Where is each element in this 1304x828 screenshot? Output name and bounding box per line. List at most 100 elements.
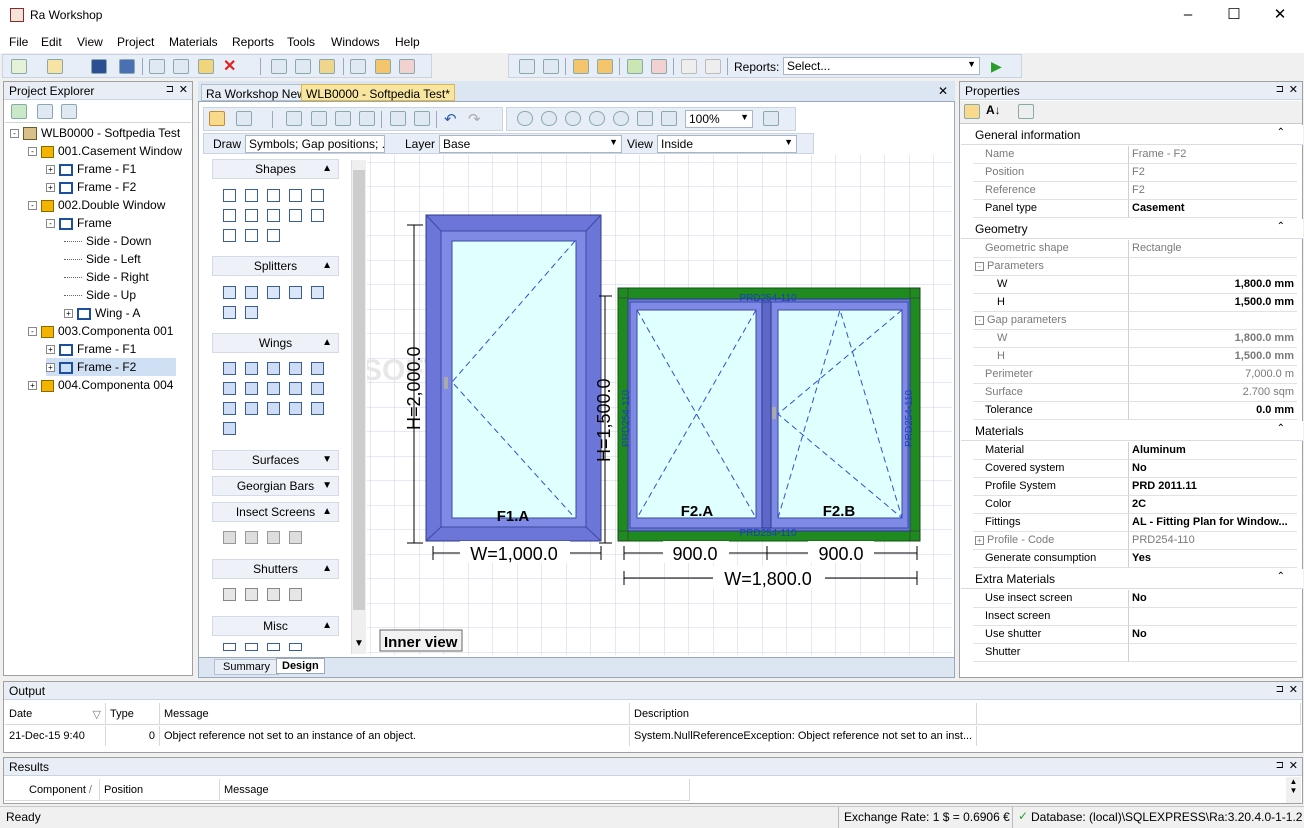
splitter-tool-icon[interactable] [245,286,258,299]
property-value[interactable] [1129,258,1297,276]
property-value[interactable]: 2C [1129,496,1297,514]
insect-screen-tool-icon[interactable] [289,531,302,544]
shape-tool-icon[interactable] [223,189,236,202]
output-date[interactable]: 21-Dec-15 9:40 [5,726,106,746]
misc-tool-icon[interactable] [245,643,258,651]
undo-icon[interactable]: ↶ [444,110,457,128]
expand-icon[interactable]: ▼ [322,477,332,495]
splitter-tool-icon[interactable] [245,306,258,319]
palette-section-splitters[interactable]: Splitters ▲ [212,256,339,276]
wing-tool-icon[interactable] [223,382,236,395]
tree-item[interactable]: + Frame - F2 [46,358,177,376]
misc-tool-icon[interactable] [289,643,302,651]
misc-tool-icon[interactable] [223,643,236,651]
minimize-button[interactable]: – [1165,0,1211,31]
expand-icon[interactable]: + [46,345,55,355]
property-value[interactable]: 1,500.0 mm [1129,294,1297,312]
property-value[interactable]: No [1129,626,1297,644]
tree-item[interactable]: - 002.Double Window [28,196,165,214]
collapse-icon[interactable]: ▲ [322,257,332,275]
copy-icon[interactable] [173,59,189,74]
collapse-icon[interactable]: - [28,147,37,157]
save-icon[interactable] [91,59,107,74]
close-icon[interactable]: ✕ [1289,83,1298,96]
tree-item[interactable]: + Frame - F1 [46,160,136,178]
property-row[interactable]: Profile System PRD 2011.11 [961,478,1303,496]
property-value[interactable] [1129,312,1297,330]
palette-scrollbar[interactable]: ▼ [351,160,366,654]
wing-tool-icon[interactable] [223,362,236,375]
shape-tool-icon[interactable] [245,229,258,242]
split-h-icon[interactable] [286,111,302,126]
gear-icon[interactable] [543,59,559,74]
property-row[interactable]: Use insect screen No [961,590,1303,608]
close-button[interactable]: ✕ [1257,0,1303,31]
tree-item[interactable]: + Frame - F1 [46,340,136,358]
collapse-icon[interactable]: ▲ [322,334,332,352]
palette-section-insect-screens[interactable]: Insect Screens ▲ [212,502,339,522]
shape-tool-icon[interactable] [245,209,258,222]
design-canvas[interactable]: SOFTPEDIA F1.A F2.A F2.B PRD254-110 PRD2… [367,155,952,655]
pin-icon[interactable]: ⊐ [1276,760,1284,771]
palette-section-misc[interactable]: Misc ▲ [212,616,339,636]
maximize-button[interactable]: ☐ [1211,0,1257,31]
output-message[interactable]: Object reference not set to an instance … [160,726,630,746]
property-row[interactable]: Tolerance 0.0 mm [961,402,1303,420]
misc-tool-icon[interactable] [267,643,280,651]
pin-icon[interactable]: ⊐ [1276,684,1284,695]
property-row[interactable]: Panel type Casement [961,200,1303,218]
tab-wlb0000[interactable]: WLB0000 - Softpedia Test* [301,84,455,101]
collapse-icon[interactable]: ⌃ [1277,423,1285,434]
minus-icon[interactable] [763,111,779,126]
settings-icon[interactable] [519,59,535,74]
collapse-icon[interactable]: ▲ [322,617,332,635]
collapse-icon[interactable]: ⌃ [1277,571,1285,582]
cut-icon[interactable] [149,59,165,74]
shutter-tool-icon[interactable] [289,588,302,601]
plus-icon[interactable] [661,111,677,126]
frame-grid-icon[interactable] [359,111,375,126]
collapse-icon[interactable]: ⌃ [1277,221,1285,232]
wing-tool-icon[interactable] [245,362,258,375]
property-category[interactable]: Materials ⌃ [961,421,1303,441]
menu-reports[interactable]: Reports [232,35,274,49]
run-icon[interactable]: ▶ [991,58,1002,75]
menu-project[interactable]: Project [117,35,154,49]
property-row[interactable]: Shutter [961,644,1303,662]
hand-icon[interactable] [236,111,252,126]
tree-item[interactable]: + Frame - F2 [46,178,136,196]
pointer-icon[interactable] [209,111,225,126]
property-row[interactable]: Material Aluminum [961,442,1303,460]
property-value[interactable] [1129,644,1297,662]
splitter-tool-icon[interactable] [223,286,236,299]
property-value[interactable]: Casement [1129,200,1297,218]
property-value[interactable]: 0.0 mm [1129,402,1297,420]
zoom-in-icon[interactable] [517,111,533,126]
property-row[interactable]: Perimeter 7,000.0 m [961,366,1303,384]
wing-tool-icon[interactable] [245,402,258,415]
edit-icon[interactable] [390,111,406,126]
property-row[interactable]: Use shutter No [961,626,1303,644]
property-value[interactable]: 7,000.0 m [1129,366,1297,384]
wing-tool-icon[interactable] [223,422,236,435]
shape-tool-icon[interactable] [245,189,258,202]
property-row[interactable]: Reference F2 [961,182,1303,200]
menu-file[interactable]: File [9,35,28,49]
shape-tool-icon[interactable] [289,209,302,222]
property-value[interactable]: 1,500.0 mm [1129,348,1297,366]
tree-item[interactable]: +004.Componenta 004 [28,376,173,394]
property-value[interactable]: F2 [1129,182,1297,200]
split-v-icon[interactable] [311,111,327,126]
collapse-icon[interactable]: ▲ [322,160,332,178]
new-icon[interactable] [11,59,27,74]
collapse-icon[interactable]: - [28,201,37,211]
close-icon[interactable]: ✕ [179,83,188,96]
palette-section-shutters[interactable]: Shutters ▲ [212,559,339,579]
palette-section-surfaces[interactable]: Surfaces ▼ [212,450,339,470]
palette-section-shapes[interactable]: Shapes ▲ [212,159,339,179]
wing-tool-icon[interactable] [289,362,302,375]
property-row[interactable]: + Profile - Code PRD254-110 [961,532,1303,550]
shape-tool-icon[interactable] [311,209,324,222]
tree-item[interactable]: - WLB0000 - Softpedia Test [10,124,180,142]
property-row[interactable]: - Gap parameters [961,312,1303,330]
